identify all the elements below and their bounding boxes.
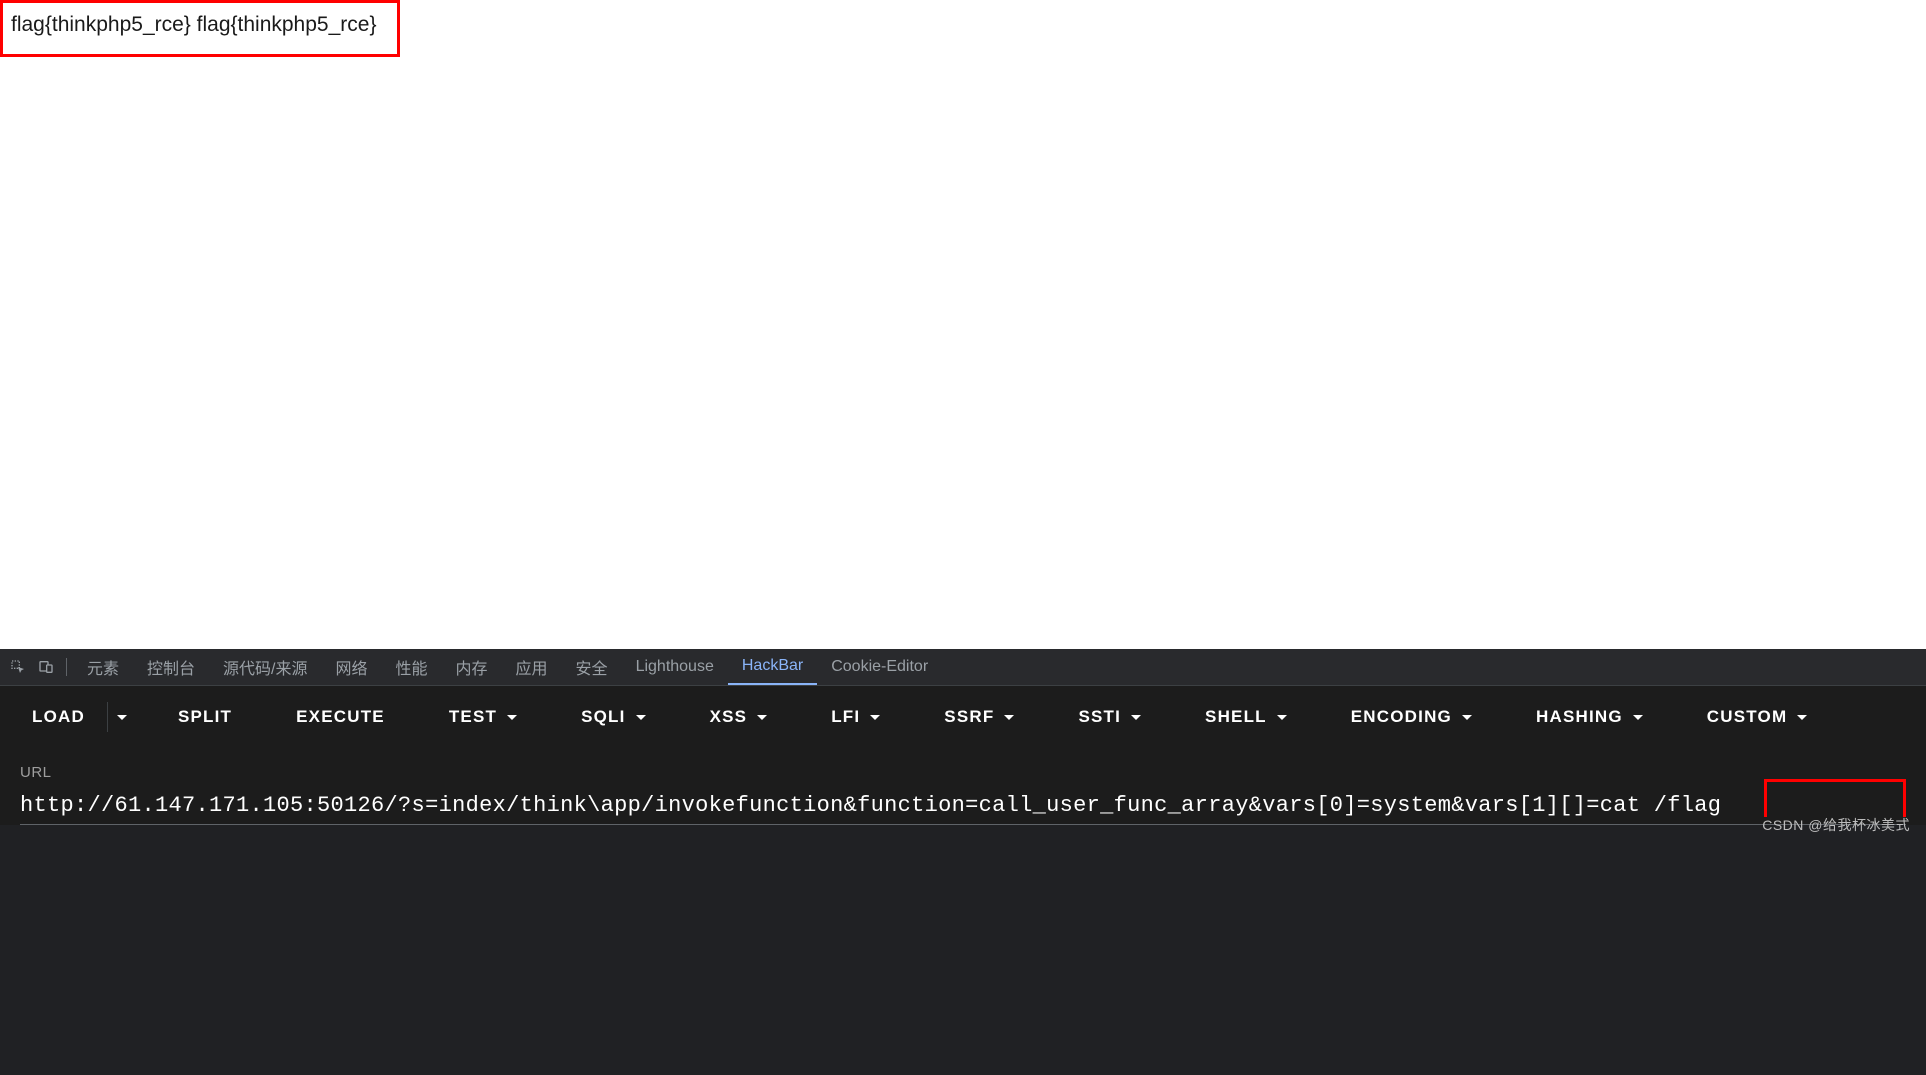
divider (107, 702, 108, 732)
hashing-dropdown[interactable]: HASHING (1516, 696, 1663, 738)
chevron-down-icon (117, 715, 127, 720)
ssti-dropdown[interactable]: SSTI (1058, 696, 1161, 738)
devtools-tab-bar: 元素 控制台 源代码/来源 网络 性能 内存 应用 安全 Lighthouse … (0, 649, 1926, 686)
chevron-down-icon (1633, 715, 1643, 720)
tab-lighthouse[interactable]: Lighthouse (622, 649, 728, 685)
ssrf-label: SSRF (944, 707, 994, 727)
hackbar-toolbar: LOAD SPLIT EXECUTE TEST SQLI XSS LFI (0, 686, 1926, 748)
test-label: TEST (449, 707, 497, 727)
page-content-area: flag{thinkphp5_rce} flag{thinkphp5_rce} (0, 0, 1926, 649)
load-dropdown[interactable] (110, 696, 134, 738)
devtools-panel: 元素 控制台 源代码/来源 网络 性能 内存 应用 安全 Lighthouse … (0, 649, 1926, 1075)
url-input[interactable] (20, 791, 1906, 825)
split-button[interactable]: SPLIT (158, 696, 252, 738)
shell-label: SHELL (1205, 707, 1267, 727)
tab-console[interactable]: 控制台 (133, 649, 209, 685)
encoding-label: ENCODING (1351, 707, 1452, 727)
chevron-down-icon (1462, 715, 1472, 720)
custom-label: CUSTOM (1707, 707, 1788, 727)
execute-button-label: EXECUTE (296, 707, 385, 727)
split-button-label: SPLIT (178, 707, 232, 727)
tab-elements[interactable]: 元素 (73, 649, 133, 685)
test-dropdown[interactable]: TEST (429, 696, 537, 738)
encoding-dropdown[interactable]: ENCODING (1331, 696, 1492, 738)
lfi-dropdown[interactable]: LFI (811, 696, 900, 738)
tab-application[interactable]: 应用 (502, 649, 562, 685)
divider (66, 658, 67, 676)
inspect-element-icon[interactable] (4, 653, 32, 681)
tab-network[interactable]: 网络 (321, 649, 381, 685)
flag-highlight-box: flag{thinkphp5_rce} flag{thinkphp5_rce} (0, 0, 400, 57)
device-toolbar-icon[interactable] (32, 653, 60, 681)
chevron-down-icon (636, 715, 646, 720)
ssti-label: SSTI (1078, 707, 1121, 727)
url-section: URL (0, 748, 1926, 825)
chevron-down-icon (1131, 715, 1141, 720)
tab-performance[interactable]: 性能 (382, 649, 442, 685)
hashing-label: HASHING (1536, 707, 1623, 727)
tab-cookie-editor[interactable]: Cookie-Editor (817, 649, 942, 685)
lfi-label: LFI (831, 707, 860, 727)
tab-sources[interactable]: 源代码/来源 (209, 649, 321, 685)
url-label: URL (20, 764, 1906, 781)
chevron-down-icon (870, 715, 880, 720)
xss-dropdown[interactable]: XSS (690, 696, 788, 738)
chevron-down-icon (507, 715, 517, 720)
tab-hackbar[interactable]: HackBar (728, 649, 817, 685)
chevron-down-icon (1277, 715, 1287, 720)
custom-dropdown[interactable]: CUSTOM (1687, 696, 1828, 738)
tab-memory[interactable]: 内存 (442, 649, 502, 685)
chevron-down-icon (1797, 715, 1807, 720)
xss-label: XSS (710, 707, 748, 727)
load-button-label: LOAD (32, 707, 85, 727)
sqli-dropdown[interactable]: SQLI (561, 696, 665, 738)
tab-security[interactable]: 安全 (562, 649, 622, 685)
chevron-down-icon (1004, 715, 1014, 720)
chevron-down-icon (757, 715, 767, 720)
flag-text: flag{thinkphp5_rce} flag{thinkphp5_rce} (11, 13, 376, 37)
shell-dropdown[interactable]: SHELL (1185, 696, 1307, 738)
url-input-wrap (20, 791, 1906, 825)
ssrf-dropdown[interactable]: SSRF (924, 696, 1034, 738)
load-button[interactable]: LOAD (12, 696, 105, 738)
sqli-label: SQLI (581, 707, 625, 727)
execute-button[interactable]: EXECUTE (276, 696, 405, 738)
